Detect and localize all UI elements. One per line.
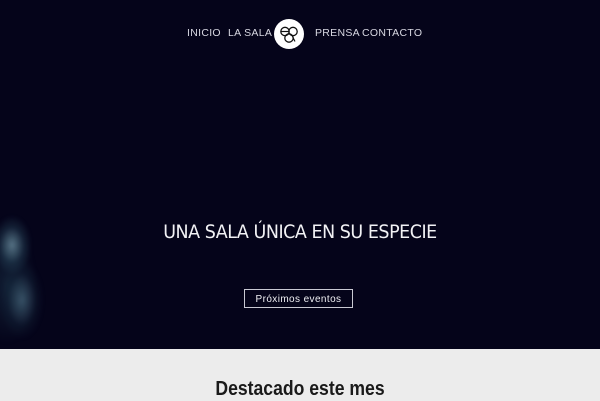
featured-section: Destacado este mes [0, 349, 600, 400]
hero-section: INICIO LA SALA PRENSA CONTACTO UNA SALA … [0, 0, 600, 349]
nav-item-contacto[interactable]: CONTACTO [362, 27, 422, 39]
ego-logo-icon [280, 26, 298, 43]
main-navigation: INICIO LA SALA PRENSA CONTACTO [0, 19, 600, 49]
hero-title: UNA SALA ÚNICA EN SU ESPECIE [163, 221, 437, 243]
nav-item-inicio[interactable]: INICIO [187, 27, 221, 39]
upcoming-events-button[interactable]: Próximos eventos [244, 289, 353, 308]
nav-item-prensa[interactable]: PRENSA [315, 27, 360, 39]
featured-section-title: Destacado este mes [215, 378, 385, 400]
site-logo[interactable] [274, 19, 304, 49]
nav-item-la-sala[interactable]: LA SALA [228, 27, 272, 39]
